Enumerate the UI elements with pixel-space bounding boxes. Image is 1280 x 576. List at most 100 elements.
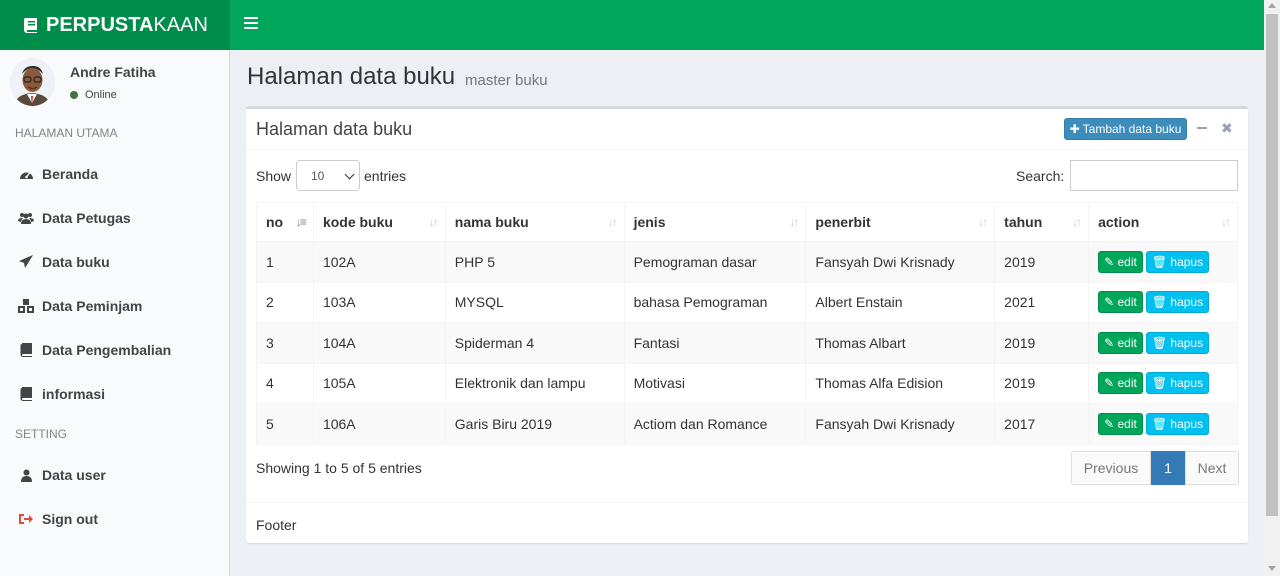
- pagination: Previous 1 Next: [1071, 451, 1239, 485]
- cell-kode-buku: 103A: [312, 281, 446, 323]
- column-header-label: tahun: [1004, 213, 1043, 230]
- edit-label: edit: [1117, 376, 1137, 391]
- cell-tahun: 2019: [994, 322, 1090, 364]
- online-status-icon: [70, 91, 78, 99]
- sort-icon: ↓↑: [1221, 215, 1231, 229]
- plus-icon: ✚: [1069, 122, 1080, 136]
- edit-button[interactable]: ✎ edit: [1098, 291, 1143, 314]
- sidebar-item-informasi[interactable]: informasi: [0, 372, 229, 416]
- edit-button[interactable]: ✎ edit: [1098, 251, 1143, 273]
- cell-no: 4: [256, 362, 314, 404]
- scroll-down-icon[interactable]: [1268, 566, 1276, 571]
- cell-penerbit: Fansyah Dwi Krisnady: [805, 241, 996, 283]
- page-size-select[interactable]: 10: [296, 160, 360, 191]
- sign-out-icon: [18, 512, 34, 526]
- pencil-icon: ✎: [1104, 376, 1118, 391]
- sidebar-item-data-buku[interactable]: Data buku: [0, 240, 229, 284]
- next-page-button[interactable]: Next: [1185, 451, 1239, 485]
- delete-button[interactable]: 🗑 hapus: [1145, 291, 1210, 314]
- sidebar-item-beranda[interactable]: Beranda: [0, 152, 229, 196]
- edit-label: edit: [1117, 335, 1137, 350]
- cell-action: ✎ edit 🗑 hapus: [1088, 241, 1238, 283]
- column-header-nama-buku[interactable]: nama buku ↓↑: [444, 202, 625, 243]
- cell-action: ✎ edit 🗑 hapus: [1088, 322, 1238, 364]
- column-header-no[interactable]: no ↓≡: [256, 202, 314, 243]
- column-header-kode-buku[interactable]: kode buku ↓↑: [312, 202, 446, 243]
- footer-text: Footer: [256, 517, 297, 533]
- cell-penerbit: Fansyah Dwi Krisnady: [805, 403, 996, 445]
- cell-jenis: Motivasi: [623, 362, 807, 404]
- user-name: Andre Fatiha: [70, 64, 156, 80]
- scroll-up-icon[interactable]: [1268, 3, 1276, 8]
- search-input[interactable]: [1070, 160, 1238, 191]
- cell-kode-buku: 105A: [312, 362, 446, 404]
- user-status-label: Online: [85, 89, 117, 101]
- column-header-label: kode buku: [322, 213, 393, 230]
- column-header-penerbit[interactable]: penerbit ↓↑: [805, 202, 996, 243]
- page-title: Halaman data buku: [247, 63, 456, 90]
- sidebar-item-data-peminjam[interactable]: Data Peminjam: [0, 284, 229, 328]
- logo-bold-text: PERPUSTA: [46, 13, 154, 36]
- trash-icon: 🗑: [1151, 255, 1171, 269]
- cell-penerbit: Albert Enstain: [805, 281, 996, 323]
- column-header-tahun[interactable]: tahun ↓↑: [994, 202, 1090, 243]
- sort-asc-icon: ↓≡: [295, 215, 307, 229]
- sidebar-item-data-pengembalian[interactable]: Data Pengembalian: [0, 328, 229, 372]
- sidebar-item-sign-out[interactable]: Sign out: [0, 497, 229, 541]
- table-row: 3 104A Spiderman 4 Fantasi Thomas Albart…: [256, 322, 1238, 364]
- send-icon: [18, 255, 34, 269]
- app-logo[interactable]: PERPUSTA KAAN: [0, 0, 230, 50]
- column-header-jenis[interactable]: jenis ↓↑: [623, 202, 807, 243]
- sidebar-item-label: informasi: [42, 386, 106, 402]
- chevron-down-icon: [344, 169, 355, 180]
- sidebar-item-label: Data Petugas: [42, 210, 131, 226]
- cell-nama-buku: Elektronik dan lampu: [444, 362, 625, 404]
- pencil-icon: ✎: [1104, 295, 1118, 310]
- add-book-label: Tambah data buku: [1082, 122, 1182, 136]
- scroll-thumb[interactable]: [1266, 14, 1278, 516]
- cell-no: 2: [256, 281, 314, 323]
- sort-icon: ↓↑: [789, 215, 799, 229]
- add-book-button[interactable]: ✚ Tambah data buku: [1064, 118, 1187, 140]
- dashboard-icon: [18, 167, 34, 181]
- column-header-action[interactable]: action ↓↑: [1088, 202, 1238, 243]
- user-panel: Andre Fatiha Online: [10, 58, 220, 108]
- sidebar-item-label: Beranda: [42, 166, 99, 182]
- sidebar-item-data-petugas[interactable]: Data Petugas: [0, 196, 229, 240]
- cell-penerbit: Thomas Alfa Edision: [805, 362, 996, 404]
- pencil-icon: ✎: [1104, 335, 1118, 350]
- close-icon[interactable]: ✖: [1221, 120, 1233, 136]
- sidebar-item-data-user[interactable]: Data user: [0, 453, 229, 497]
- book-icon: [23, 18, 37, 33]
- delete-button[interactable]: 🗑 hapus: [1145, 412, 1210, 435]
- table-info: Showing 1 to 5 of 5 entries: [256, 460, 422, 476]
- cell-tahun: 2021: [994, 281, 1090, 323]
- page-1-button[interactable]: 1: [1151, 451, 1185, 485]
- cell-action: ✎ edit 🗑 hapus: [1088, 362, 1238, 404]
- sidebar-toggle-icon[interactable]: [244, 17, 258, 31]
- delete-button[interactable]: 🗑 hapus: [1145, 331, 1210, 354]
- delete-button[interactable]: 🗑 hapus: [1145, 251, 1210, 273]
- cell-nama-buku: Garis Biru 2019: [444, 403, 625, 445]
- cell-tahun: 2017: [994, 403, 1090, 445]
- logo-light-text: KAAN: [153, 13, 208, 36]
- cell-penerbit: Thomas Albart: [805, 322, 996, 364]
- minus-icon[interactable]: [1197, 122, 1207, 134]
- delete-button[interactable]: 🗑 hapus: [1145, 372, 1210, 395]
- page-scrollbar[interactable]: [1264, 0, 1280, 576]
- entries-label: entries: [364, 168, 407, 184]
- trash-icon: 🗑: [1151, 295, 1171, 310]
- sidebar-item-label: Sign out: [42, 511, 98, 527]
- delete-label: hapus: [1170, 295, 1204, 310]
- previous-page-button[interactable]: Previous: [1071, 451, 1151, 485]
- page-subtitle: master buku: [465, 72, 548, 89]
- cell-nama-buku: Spiderman 4: [444, 322, 625, 364]
- cell-jenis: Pemograman dasar: [623, 241, 807, 283]
- box-header: Halaman data buku ✚ Tambah data buku ✖: [246, 109, 1248, 150]
- edit-button[interactable]: ✎ edit: [1098, 372, 1143, 395]
- cell-no: 1: [256, 241, 314, 283]
- user-icon: [18, 468, 34, 482]
- edit-button[interactable]: ✎ edit: [1098, 412, 1143, 435]
- edit-button[interactable]: ✎ edit: [1098, 331, 1143, 354]
- user-status: Online: [70, 89, 117, 101]
